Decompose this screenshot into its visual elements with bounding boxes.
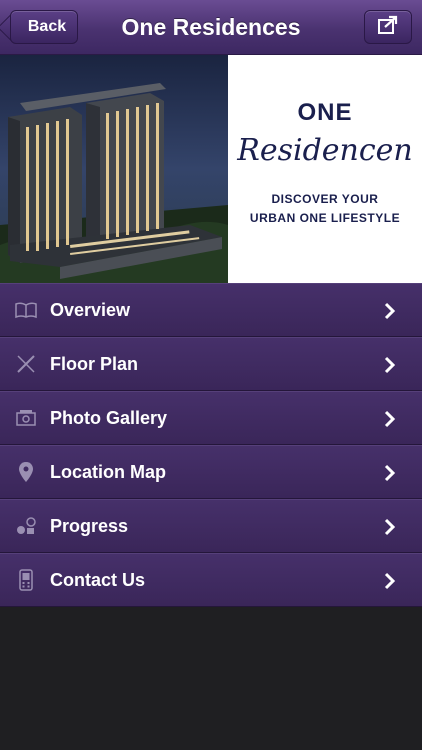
brand-tagline: DISCOVER YOUR URBAN ONE LIFESTYLE — [250, 190, 400, 228]
back-button[interactable]: Back — [10, 10, 78, 44]
brand-panel: ONE Residencen DISCOVER YOUR URBAN ONE L… — [228, 55, 422, 283]
progress-icon — [14, 514, 38, 538]
ruler-pencil-icon — [14, 352, 38, 376]
tagline-line-2: URBAN ONE LIFESTYLE — [249, 211, 401, 225]
share-icon — [377, 15, 399, 40]
chevron-right-icon — [384, 302, 396, 325]
menu-item-progress[interactable]: Progress — [0, 499, 422, 553]
menu-item-label: Contact Us — [50, 569, 146, 590]
photo-icon — [14, 406, 38, 430]
menu-item-contact-us[interactable]: Contact Us — [0, 553, 422, 607]
brand-one-text: ONE — [297, 99, 353, 126]
menu-item-label: Progress — [50, 515, 129, 536]
menu-item-photo-gallery[interactable]: Photo Gallery — [0, 391, 422, 445]
share-button[interactable] — [364, 10, 412, 44]
menu-item-label: Location Map — [50, 461, 166, 482]
book-icon — [14, 298, 38, 322]
menu-item-label: Floor Plan — [50, 353, 139, 374]
chevron-right-icon — [384, 356, 396, 379]
building-photo — [0, 55, 228, 283]
menu-item-overview[interactable]: Overview — [0, 283, 422, 337]
brand-script-text: Residencen — [237, 133, 413, 168]
chevron-right-icon — [384, 410, 396, 433]
hero-banner: ONE Residencen DISCOVER YOUR URBAN ONE L… — [0, 55, 422, 283]
page-title: One Residences — [121, 14, 301, 40]
chevron-right-icon — [384, 518, 396, 541]
navigation-bar: Back One Residences — [0, 0, 422, 55]
tagline-line-1: DISCOVER YOUR — [271, 192, 379, 206]
back-button-label: Back — [27, 18, 67, 35]
chevron-right-icon — [384, 572, 396, 595]
menu-item-location-map[interactable]: Location Map — [0, 445, 422, 499]
menu-item-floor-plan[interactable]: Floor Plan — [0, 337, 422, 391]
chevron-right-icon — [384, 464, 396, 487]
menu-item-label: Overview — [50, 299, 131, 320]
phone-icon — [14, 568, 38, 592]
menu-item-label: Photo Gallery — [50, 407, 168, 428]
main-menu: Overview Floor Plan Photo Gallery Locati… — [0, 283, 422, 607]
map-pin-icon — [14, 460, 38, 484]
